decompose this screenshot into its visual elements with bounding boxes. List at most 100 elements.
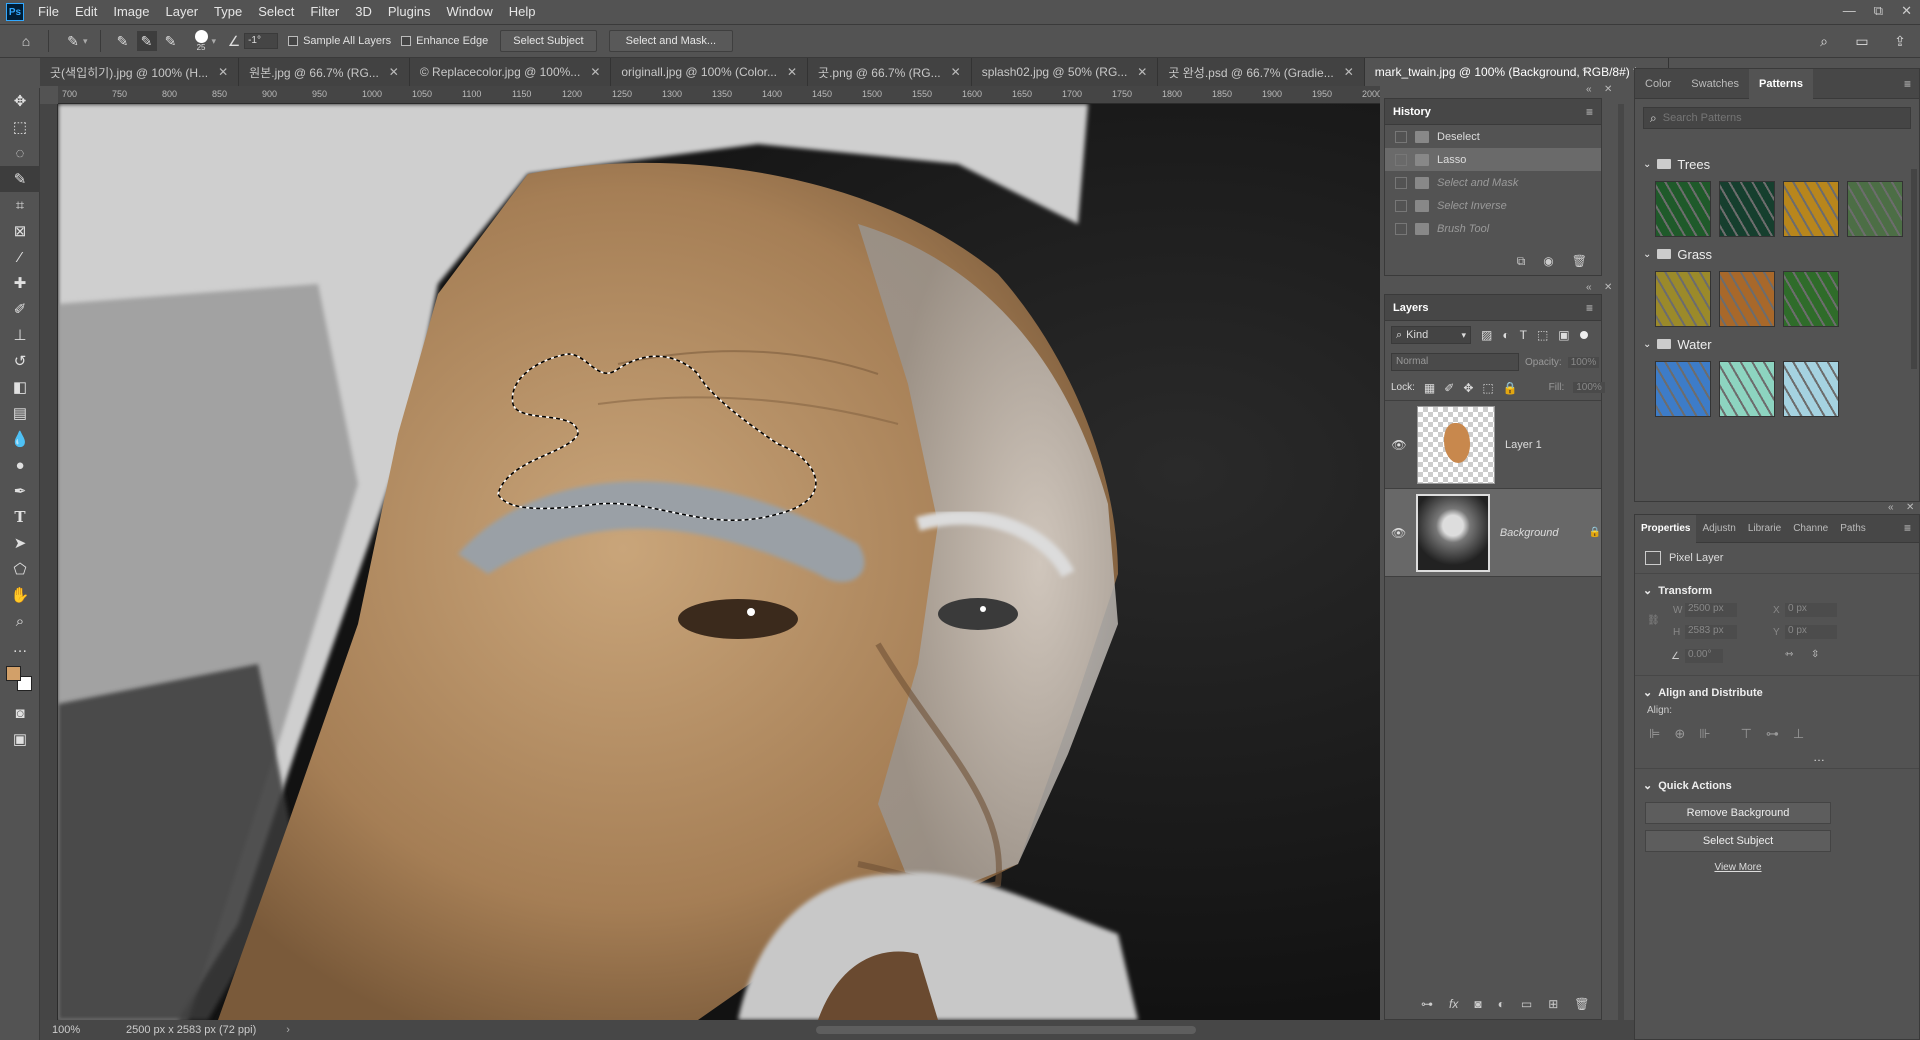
patterns-panel-menu-icon[interactable]: ≡	[1904, 77, 1911, 91]
panel-tab-color[interactable]: Color	[1635, 69, 1681, 99]
lock-artboard-icon[interactable]: ⬚	[1482, 381, 1493, 395]
pattern-swatch[interactable]	[1719, 361, 1775, 417]
path-selection-tool-icon[interactable]: ➤	[0, 530, 40, 556]
filter-shape-icon[interactable]: ⬚	[1537, 328, 1548, 342]
document-tab[interactable]: mark_twain.jpg @ 100% (Background, RGB/8…	[1364, 58, 1669, 86]
dodge-tool-icon[interactable]: ●	[0, 452, 40, 478]
remove-background-button[interactable]: Remove Background	[1645, 802, 1831, 824]
properties-panel-menu-icon[interactable]: ≡	[1904, 521, 1911, 535]
layer-row-layer-1[interactable]: 👁 Layer 1	[1385, 401, 1601, 489]
filter-type-icon[interactable]: T	[1520, 328, 1527, 342]
more-options-icon[interactable]: …	[1635, 750, 1919, 764]
layers-collapse-icon[interactable]: «	[1586, 282, 1592, 293]
menu-file[interactable]: File	[30, 0, 67, 24]
fill-input[interactable]: 100%	[1573, 382, 1605, 393]
chevron-down-icon[interactable]: ⌄	[1643, 584, 1652, 597]
align-horizontal-center-icon[interactable]: ⊕	[1674, 726, 1685, 742]
home-icon[interactable]: ⌂	[16, 31, 36, 51]
add-mask-icon[interactable]: ◙	[1474, 997, 1481, 1011]
blur-tool-icon[interactable]: 💧	[0, 426, 40, 452]
pattern-swatch[interactable]	[1719, 181, 1775, 237]
history-brush-source-box[interactable]	[1395, 222, 1407, 235]
horizontal-scrollbar[interactable]	[816, 1026, 1196, 1034]
filter-smart-object-icon[interactable]: ▣	[1558, 328, 1569, 342]
history-brush-source-box[interactable]	[1395, 199, 1407, 212]
layer-filter-kind[interactable]: ⌕ Kind ▾	[1391, 326, 1471, 344]
foreground-color-swatch[interactable]	[6, 666, 21, 681]
align-vertical-center-icon[interactable]: ⊶	[1766, 726, 1779, 742]
history-close-icon[interactable]: ✕	[1604, 84, 1612, 95]
history-brush-tool-icon[interactable]: ↺	[0, 348, 40, 374]
close-tab-icon[interactable]: ✕	[218, 65, 228, 79]
flip-horizontal-icon[interactable]: ⇿	[1785, 649, 1793, 660]
close-tab-icon[interactable]: ✕	[389, 65, 399, 79]
close-icon[interactable]: ✕	[1901, 0, 1912, 22]
menu-type[interactable]: Type	[206, 0, 250, 24]
screen-mode-icon[interactable]: ▣	[0, 726, 40, 752]
link-layers-icon[interactable]: ⊶	[1421, 997, 1433, 1011]
new-selection-icon[interactable]: ✎	[113, 31, 133, 51]
close-tab-icon[interactable]: ✕	[1344, 65, 1354, 79]
lasso-tool-icon[interactable]: ◌	[0, 140, 40, 166]
zoom-level[interactable]: 100%	[52, 1024, 102, 1036]
pattern-swatch[interactable]	[1719, 271, 1775, 327]
pattern-search-field[interactable]: ⌕	[1643, 107, 1911, 129]
flip-vertical-icon[interactable]: ⇳	[1811, 649, 1819, 660]
select-subject-button[interactable]: Select Subject	[500, 30, 597, 52]
panel-tab-channe[interactable]: Channe	[1787, 515, 1834, 543]
new-layer-icon[interactable]: ⊞	[1548, 997, 1558, 1011]
new-document-from-state-icon[interactable]: ⧉	[1517, 254, 1526, 269]
brush-size-picker[interactable]: 25	[194, 30, 208, 52]
panel-tab-patterns[interactable]: Patterns	[1749, 68, 1814, 99]
align-top-icon[interactable]: ⊤	[1741, 726, 1752, 742]
collapse-panels-icon[interactable]: «	[1582, 64, 1588, 75]
status-menu-icon[interactable]: ›	[286, 1024, 290, 1036]
history-state[interactable]: Select and Mask	[1385, 171, 1601, 194]
menu-help[interactable]: Help	[501, 0, 544, 24]
pattern-search-input[interactable]	[1662, 112, 1893, 124]
chevron-down-icon[interactable]: ⌄	[1643, 159, 1651, 170]
history-state[interactable]: Lasso	[1385, 148, 1601, 171]
rotation-input[interactable]: 0.00°	[1685, 649, 1723, 663]
eye-icon[interactable]: 👁	[1391, 438, 1407, 452]
panel-tab-swatches[interactable]: Swatches	[1681, 69, 1749, 99]
pattern-group-grass[interactable]: ⌄ Grass	[1635, 243, 1919, 265]
eyedropper-tool-icon[interactable]: ⁄	[0, 244, 40, 270]
document-tab[interactable]: splash02.jpg @ 50% (RG... ✕	[972, 58, 1159, 86]
blend-mode-select[interactable]: Normal	[1391, 353, 1519, 371]
angle-input[interactable]: -1°	[244, 33, 279, 49]
document-tab[interactable]: 곳 완성.psd @ 66.7% (Gradie... ✕	[1158, 58, 1365, 86]
gradient-tool-icon[interactable]: ▤	[0, 400, 40, 426]
sample-all-layers-checkbox[interactable]: Sample All Layers	[288, 35, 391, 47]
marquee-tool-icon[interactable]: ⬚	[0, 114, 40, 140]
delete-layer-icon[interactable]: 🗑	[1574, 997, 1589, 1011]
layer-row-background[interactable]: 👁 Background 🔒	[1385, 489, 1601, 577]
transform-section-title[interactable]: Transform	[1658, 585, 1712, 597]
panel-tab-librarie[interactable]: Librarie	[1742, 515, 1787, 543]
pen-tool-icon[interactable]: ✒	[0, 478, 40, 504]
delete-state-icon[interactable]: 🗑	[1572, 254, 1587, 269]
menu-window[interactable]: Window	[439, 0, 501, 24]
adjustment-layer-icon[interactable]: ◐	[1498, 997, 1505, 1011]
filter-toggle-icon[interactable]	[1579, 331, 1588, 339]
search-icon[interactable]: ⌕	[1814, 31, 1834, 51]
chevron-down-icon[interactable]: ⌄	[1643, 779, 1652, 792]
new-group-icon[interactable]: ▭	[1521, 997, 1532, 1011]
minimize-icon[interactable]: —	[1843, 0, 1856, 22]
panel-scrollbar[interactable]	[1618, 104, 1624, 1020]
history-state[interactable]: Select Inverse	[1385, 194, 1601, 217]
pattern-swatch[interactable]	[1655, 181, 1711, 237]
lock-image-pixels-icon[interactable]: ✐	[1444, 381, 1454, 395]
document-tab[interactable]: originall.jpg @ 100% (Color... ✕	[611, 58, 809, 86]
filter-adjustment-icon[interactable]: ◐	[1502, 328, 1509, 342]
frame-tool-icon[interactable]: ⊠	[0, 218, 40, 244]
layer-style-icon[interactable]: fx	[1449, 997, 1458, 1011]
history-state[interactable]: Deselect	[1385, 125, 1601, 148]
pattern-swatch[interactable]	[1655, 271, 1711, 327]
shape-tool-icon[interactable]: ⬠	[0, 556, 40, 582]
brush-tool-icon[interactable]: ✐	[0, 296, 40, 322]
type-tool-icon[interactable]: T	[0, 504, 40, 530]
hand-tool-icon[interactable]: ✋	[0, 582, 40, 608]
document-tab[interactable]: 원본.jpg @ 66.7% (RG... ✕	[239, 58, 410, 86]
quick-mask-icon[interactable]: ◙	[0, 700, 40, 726]
